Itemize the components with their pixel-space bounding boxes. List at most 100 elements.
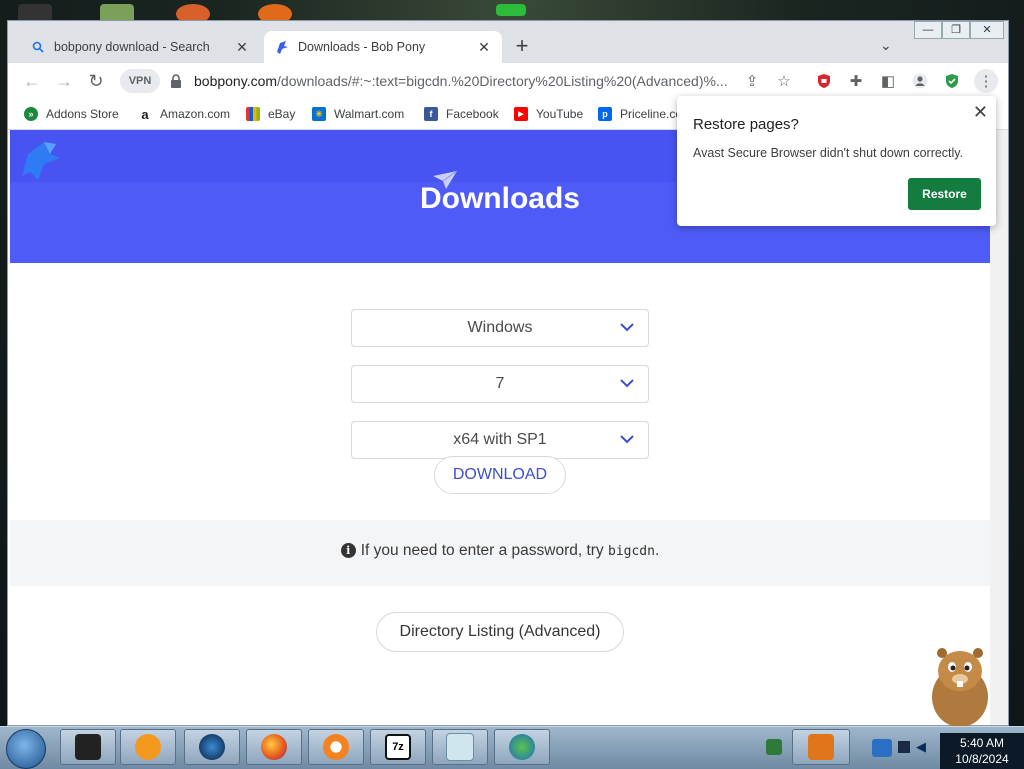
youtube-icon: ▶ [514,107,528,121]
taskbar-network[interactable] [494,729,550,765]
profile-icon[interactable] [910,71,930,91]
ebay-icon [246,107,260,121]
close-window-button[interactable]: ✕ [970,21,1004,39]
taskbar-7zip[interactable]: 7z [370,729,426,765]
media-player-icon [135,734,161,760]
password-info: i If you need to enter a password, try bi… [10,542,990,560]
bookmark-label: Walmart.com [334,107,405,121]
adblock-shield-icon[interactable] [814,71,834,91]
bookmark-walmart[interactable]: ✳ Walmart.com [312,105,404,123]
chevron-down-icon [620,379,634,388]
bookmark-label: Addons Store [46,107,119,121]
tab-title: bobpony download - Search [54,40,210,54]
lock-icon[interactable] [170,74,182,88]
tab-downloads[interactable]: Downloads - Bob Pony ✕ [264,31,502,63]
edition-select[interactable]: x64 with SP1 [351,421,649,459]
vpn-button[interactable]: VPN [120,69,160,93]
chevron-down-icon [620,435,634,444]
globe-icon [199,734,225,760]
tab-search-chevron-icon[interactable]: ⌄ [880,37,892,54]
bobpony-logo-icon[interactable] [16,136,62,182]
taskbar-clock[interactable]: 5:40 AM 10/8/2024 [940,733,1024,769]
chevron-down-icon [620,323,634,332]
taskbar-window-app[interactable] [60,729,116,765]
password-code: bigcdn [608,544,655,559]
bookmark-ebay[interactable]: eBay [246,105,295,123]
network-icon [509,734,535,760]
taskbar-firefox[interactable] [246,729,302,765]
select-value: 7 [495,375,505,392]
side-panel-icon[interactable]: ◧ [878,71,898,91]
bookmark-amazon[interactable]: a Amazon.com [138,105,230,123]
taskbar-globe[interactable] [184,729,240,765]
tab-strip: bobpony download - Search ✕ Downloads - … [8,21,1008,63]
menu-icon[interactable]: ⋮ [974,69,998,93]
7zip-icon: 7z [385,734,411,760]
firefox-icon [261,734,287,760]
taskbar: 7z ◀ 5:40 AM 10/8/2024 [0,726,1024,769]
url-host: bobpony.com [194,73,278,89]
tray-display-icon[interactable] [898,741,910,753]
popup-message: Avast Secure Browser didn't shut down co… [693,146,964,160]
restore-button[interactable]: ❐ [942,21,970,39]
close-icon[interactable]: ✕ [973,102,988,123]
gopher-mascot-icon [932,648,988,727]
bookmark-label: Priceline.co [620,107,683,121]
tab-search[interactable]: bobpony download - Search ✕ [20,31,260,63]
reload-button[interactable]: ↻ [84,69,108,93]
select-value: x64 with SP1 [453,431,547,448]
bookmark-star-icon[interactable]: ☆ [774,71,794,91]
taskbar-avast-browser[interactable] [308,729,364,765]
close-tab-icon[interactable]: ✕ [476,39,492,56]
forward-button[interactable]: → [52,69,76,93]
taskbar-tools[interactable] [792,729,850,765]
address-bar[interactable]: bobpony.com/downloads/#:~:text=bigcdn.%2… [194,73,734,89]
restore-button[interactable]: Restore [908,178,981,210]
notepad-icon [446,733,474,761]
new-tab-button[interactable]: + [510,35,534,59]
popup-title: Restore pages? [693,116,799,133]
window-icon [75,734,101,760]
bookmark-youtube[interactable]: ▶ YouTube [514,105,583,123]
extensions-icon[interactable]: ✚ [846,71,866,91]
info-text: If you need to enter a password, try [360,542,608,559]
share-icon[interactable]: ⇪ [742,71,762,91]
start-button[interactable] [6,729,46,769]
info-tail: . [654,542,660,559]
select-value: Windows [467,319,533,336]
bookmark-label: eBay [268,107,296,121]
amazon-icon: a [138,107,152,122]
facebook-icon: f [424,107,438,121]
directory-listing-button[interactable]: Directory Listing (Advanced) [376,612,624,652]
tray-speaker-icon[interactable]: ◀ [916,739,926,755]
tray-app-icon[interactable] [872,739,892,757]
tools-icon [808,734,834,760]
addons-store-icon: » [24,107,38,121]
bookmark-priceline[interactable]: p Priceline.co [598,105,682,123]
bookmark-label: Facebook [446,107,499,121]
clock-date: 10/8/2024 [955,752,1009,766]
info-icon: i [340,543,356,558]
toolbar: ← → ↻ VPN bobpony.com/downloads/#:~:text… [8,63,1008,99]
walmart-icon: ✳ [312,107,326,121]
taskbar-media-player[interactable] [120,729,176,765]
url-path: /downloads/#:~:text=bigcdn.%20Directory%… [277,73,728,89]
search-icon [30,39,46,55]
version-select[interactable]: 7 [351,365,649,403]
bookmark-facebook[interactable]: f Facebook [424,105,499,123]
restore-pages-popup: Restore pages? ✕ Avast Secure Browser di… [677,96,996,226]
bookmark-addons-store[interactable]: » Addons Store [24,105,119,123]
os-select[interactable]: Windows [351,309,649,347]
close-tab-icon[interactable]: ✕ [234,39,250,56]
avast-browser-icon [323,734,349,760]
download-button[interactable]: DOWNLOAD [434,456,566,494]
clock-time: 5:40 AM [959,736,1005,750]
desktop-icon[interactable] [496,4,526,16]
minimize-button[interactable]: — [914,21,942,39]
back-button[interactable]: ← [20,69,44,93]
taskbar-notepad[interactable] [432,729,488,765]
tray-network-icon[interactable] [766,739,782,755]
security-shield-icon[interactable] [942,71,962,91]
priceline-icon: p [598,107,612,121]
tab-title: Downloads - Bob Pony [298,40,426,54]
